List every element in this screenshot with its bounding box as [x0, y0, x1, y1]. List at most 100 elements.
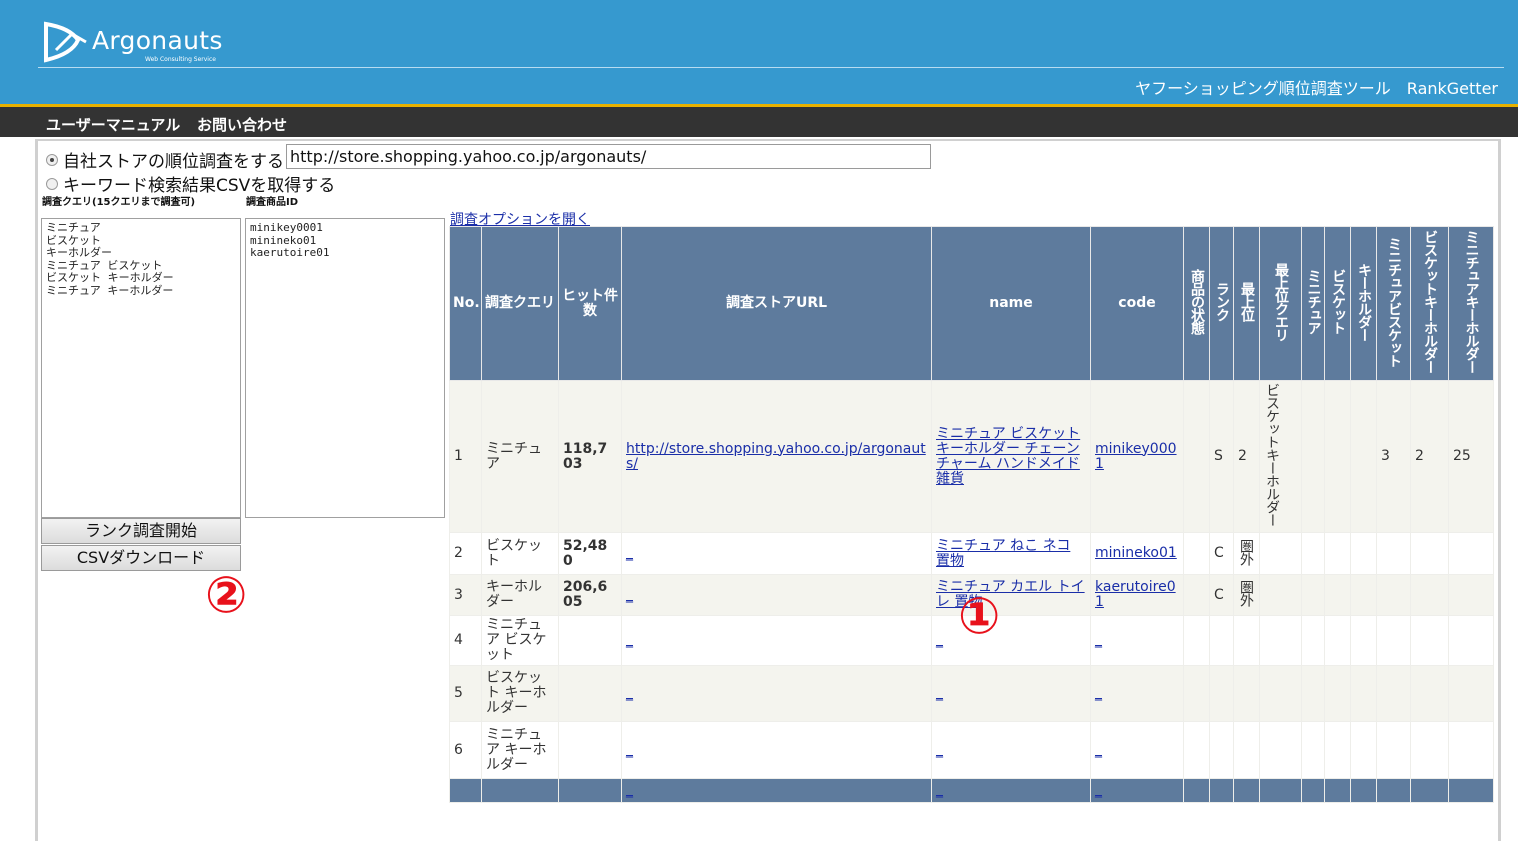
results-header-row: No. 調査クエリ ヒット件数 調査ストアURL name code 商品の状態…: [449, 226, 1494, 381]
cell-q4: 3: [1376, 380, 1411, 533]
cell-top: [1233, 665, 1260, 722]
annotation-marker-2: ②: [205, 566, 248, 624]
table-row: 5 ビスケット キーホルダー _ _ _: [449, 665, 1494, 722]
product-name-link[interactable]: _: [936, 742, 943, 758]
cell-q4: [1376, 721, 1411, 779]
cell-query: ビスケット キーホルダー: [481, 665, 559, 722]
cell-rank: [1209, 615, 1234, 666]
cell-name: ミニチュア カエル トイレ 置物: [931, 574, 1091, 616]
product-code-link[interactable]: _: [1095, 685, 1102, 701]
col-rank-label: ランク: [1214, 282, 1230, 321]
cell-query: キーホルダー: [481, 574, 559, 616]
table-row: 6 ミニチュア キーホルダー _ _ _: [449, 721, 1494, 779]
cell-name: ミニチュア ねこ ネコ 置物: [931, 532, 1091, 575]
product-name-link[interactable]: _: [936, 632, 943, 648]
store-url-link[interactable]: _: [626, 587, 633, 603]
store-url-link[interactable]: _: [626, 685, 633, 701]
cell-code: _: [1090, 615, 1184, 666]
product-code-link[interactable]: minikey0001: [1095, 441, 1177, 472]
results-footer-row: _ _ _: [449, 778, 1494, 803]
cell-rank: [1209, 721, 1234, 779]
cell-status: [1183, 721, 1210, 779]
col-no: No.: [449, 226, 482, 381]
col-rank: ランク: [1209, 226, 1234, 381]
cell-top-query: ビスケットキーホルダー: [1259, 380, 1302, 533]
col-q2: ビスケット: [1324, 226, 1351, 381]
footer-cell: [1209, 778, 1234, 803]
nav-contact[interactable]: お問い合わせ: [197, 114, 287, 135]
cell-no: 4: [449, 615, 482, 666]
product-name-link[interactable]: ミニチュア ねこ ネコ 置物: [936, 538, 1070, 569]
col-q1-label: ミニチュア: [1305, 269, 1322, 334]
cell-q4: [1376, 532, 1411, 575]
cell-q2: [1324, 380, 1351, 533]
col-q2-label: ビスケット: [1330, 269, 1346, 334]
cell-store-url: _: [621, 532, 932, 575]
footer-cell: [1350, 778, 1377, 803]
cell-name: _: [931, 665, 1091, 722]
cell-no: 3: [449, 574, 482, 616]
cell-q6: 25: [1448, 380, 1494, 533]
product-code-link[interactable]: _: [1095, 632, 1102, 648]
item-ids-textarea[interactable]: minikey0001 minineko01 kaerutoire01: [245, 218, 445, 518]
cell-no: 6: [449, 721, 482, 779]
store-url-link[interactable]: http://store.shopping.yahoo.co.jp/argona…: [626, 441, 926, 472]
footer-name-link[interactable]: _: [936, 782, 943, 798]
store-url-link[interactable]: _: [626, 742, 633, 758]
logo-wordmark: Argonauts: [92, 26, 223, 55]
cell-q5: [1410, 665, 1449, 722]
argonauts-logo[interactable]: Argonauts Web Consulting Service: [42, 20, 242, 64]
col-q6: ミニチュアキーホルダー: [1448, 226, 1494, 381]
nav-bar: ユーザーマニュアル お問い合わせ: [0, 107, 1518, 137]
cell-hits: [558, 615, 622, 666]
start-rank-button[interactable]: ランク調査開始: [41, 518, 241, 544]
col-query: 調査クエリ: [481, 226, 559, 381]
queries-textarea[interactable]: ミニチュア ビスケット キーホルダー ミニチュア ビスケット ビスケット キーホ…: [41, 218, 241, 518]
store-url-link[interactable]: _: [626, 545, 633, 561]
cell-code: kaerutoire01: [1090, 574, 1184, 616]
cell-query: ミニチュア ビスケット: [481, 615, 559, 666]
cell-q1: [1301, 532, 1325, 575]
cell-q6: [1448, 721, 1494, 779]
product-code-link[interactable]: kaerutoire01: [1095, 579, 1176, 610]
col-q5: ビスケットキーホルダー: [1410, 226, 1449, 381]
cell-top-query: [1259, 574, 1302, 616]
cell-hits: [558, 721, 622, 779]
store-url-link[interactable]: _: [626, 632, 633, 648]
cell-status: [1183, 615, 1210, 666]
top-rank-text: 圏外: [1238, 538, 1254, 565]
product-code-link[interactable]: _: [1095, 742, 1102, 758]
cell-q6: [1448, 615, 1494, 666]
store-url-input[interactable]: [286, 144, 931, 169]
footer-cell: [481, 778, 559, 803]
top-query-text: ビスケットキーホルダー: [1264, 383, 1280, 526]
cell-code: _: [1090, 721, 1184, 779]
cell-q4: [1376, 665, 1411, 722]
cell-top: 圏外: [1233, 532, 1260, 575]
cell-q2: [1324, 615, 1351, 666]
footer-cell: [1233, 778, 1260, 803]
col-top-label: 最上位: [1239, 282, 1255, 321]
footer-url-link[interactable]: _: [626, 782, 633, 798]
cell-top: [1233, 721, 1260, 779]
cell-q4: [1376, 574, 1411, 616]
cell-q2: [1324, 665, 1351, 722]
product-code-link[interactable]: minineko01: [1095, 545, 1177, 561]
col-q4-label: ミニチュアビスケット: [1386, 236, 1402, 367]
footer-code-link[interactable]: _: [1095, 782, 1102, 798]
radio-own-store[interactable]: [46, 154, 58, 166]
radio-keyword-csv[interactable]: [46, 178, 58, 190]
footer-cell: [1410, 778, 1449, 803]
cell-q2: [1324, 532, 1351, 575]
cell-q5: [1410, 532, 1449, 575]
table-row: 2 ビスケット 52,480 _ ミニチュア ねこ ネコ 置物 minineko…: [449, 532, 1494, 575]
cell-no: 1: [449, 380, 482, 533]
nav-user-manual[interactable]: ユーザーマニュアル: [46, 114, 180, 135]
cell-store-url: _: [621, 721, 932, 779]
cell-q1: [1301, 721, 1325, 779]
cell-rank: C: [1209, 574, 1234, 616]
product-name-link[interactable]: _: [936, 685, 943, 701]
col-name: name: [931, 226, 1091, 381]
radio-own-store-row[interactable]: 自社ストアの順位調査をする: [46, 147, 284, 172]
product-name-link[interactable]: ミニチュア ビスケット キーホルダー チェーン チャーム ハンドメイド 雑貨: [936, 426, 1080, 487]
